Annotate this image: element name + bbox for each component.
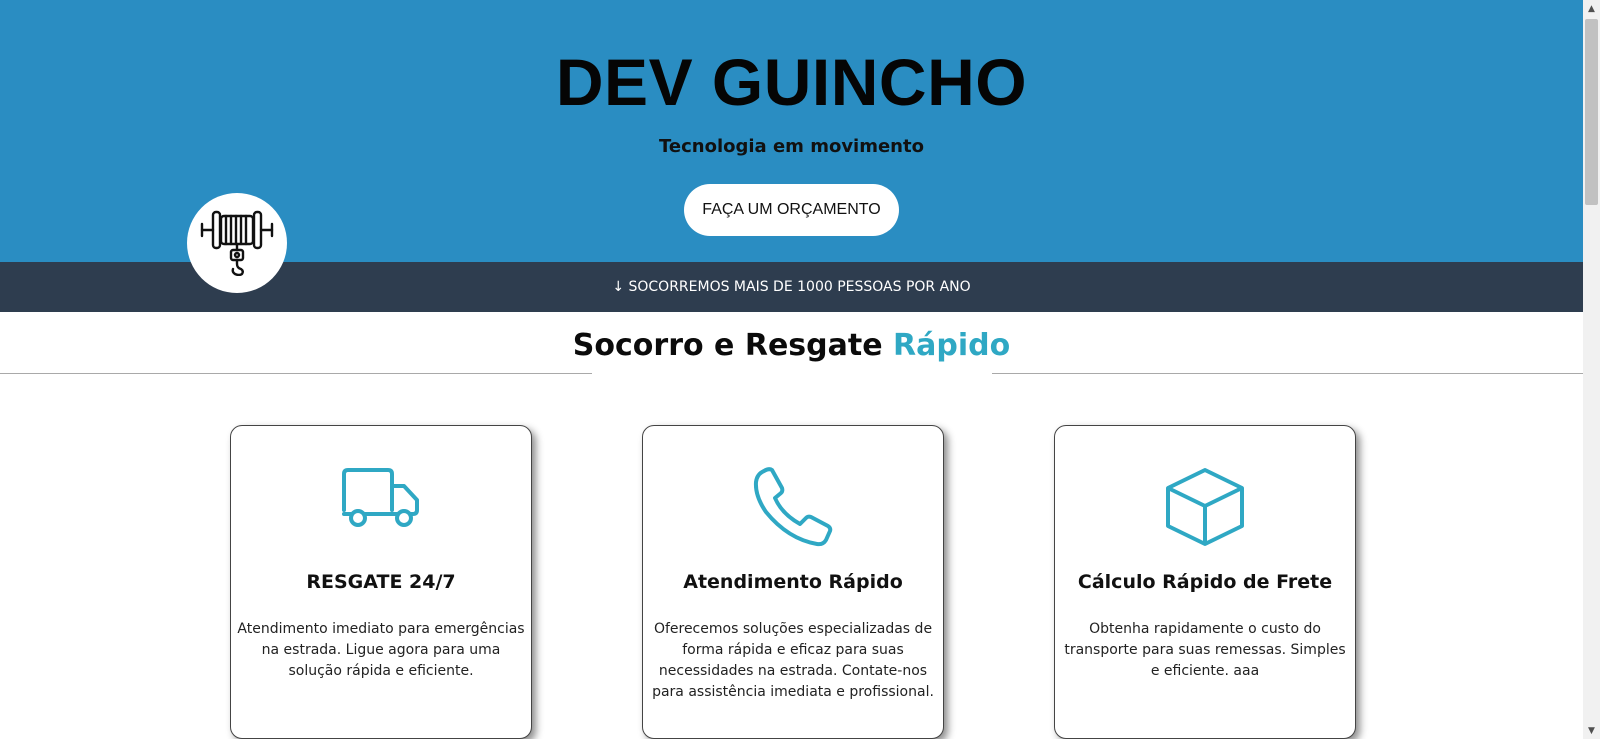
section-title: Socorro e Resgate Rápido: [0, 328, 1583, 363]
scroll-up-arrow-icon[interactable]: ▲: [1583, 0, 1600, 17]
card-title: RESGATE 24/7: [306, 571, 456, 593]
section-divider-right: [992, 373, 1583, 374]
stats-text: ↓ SOCORREMOS MAIS DE 1000 PESSOAS POR AN…: [612, 279, 971, 295]
card-title: Atendimento Rápido: [683, 571, 903, 593]
page: DEV GUINCHO Tecnologia em movimento FAÇA…: [0, 0, 1583, 739]
service-card: Cálculo Rápido de Frete Obtenha rapidame…: [1054, 425, 1356, 739]
brand-title: DEV GUINCHO: [555, 45, 1028, 119]
tow-winch-hook-icon: [200, 210, 274, 276]
vertical-scrollbar[interactable]: ▲ ▼: [1583, 0, 1600, 739]
service-card: Atendimento Rápido Oferecemos soluções e…: [642, 425, 944, 739]
section-divider-left: [0, 373, 592, 374]
scroll-down-arrow-icon[interactable]: ▼: [1583, 722, 1600, 739]
box-icon: [1166, 468, 1244, 546]
card-title: Cálculo Rápido de Frete: [1077, 571, 1333, 593]
logo-badge: [187, 193, 287, 293]
quote-button[interactable]: FAÇA UM ORÇAMENTO: [684, 184, 899, 236]
tagline: Tecnologia em movimento: [659, 136, 924, 157]
card-description: Atendimento imediato para emergências na…: [237, 621, 525, 679]
section-title-main: Socorro e Resgate: [572, 328, 893, 363]
phone-icon: [753, 467, 833, 547]
card-description: Oferecemos soluções especializadas de fo…: [652, 621, 934, 700]
truck-icon: [342, 468, 419, 527]
section-title-accent: Rápido: [893, 328, 1011, 363]
scrollbar-thumb[interactable]: [1585, 19, 1598, 205]
card-description: Obtenha rapidamente o custo do transport…: [1064, 621, 1346, 679]
service-card: RESGATE 24/7 Atendimento imediato para e…: [230, 425, 532, 739]
